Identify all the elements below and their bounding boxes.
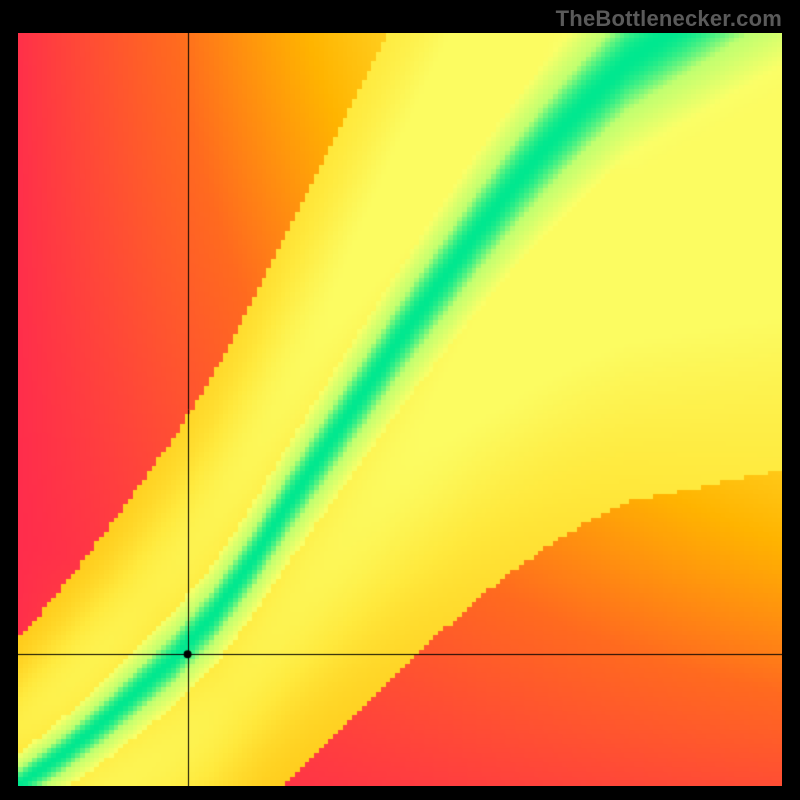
heatmap-plot (18, 33, 782, 786)
heatmap-canvas (18, 33, 782, 786)
watermark-text: TheBottlenecker.com (556, 6, 782, 32)
chart-container: TheBottlenecker.com (0, 0, 800, 800)
